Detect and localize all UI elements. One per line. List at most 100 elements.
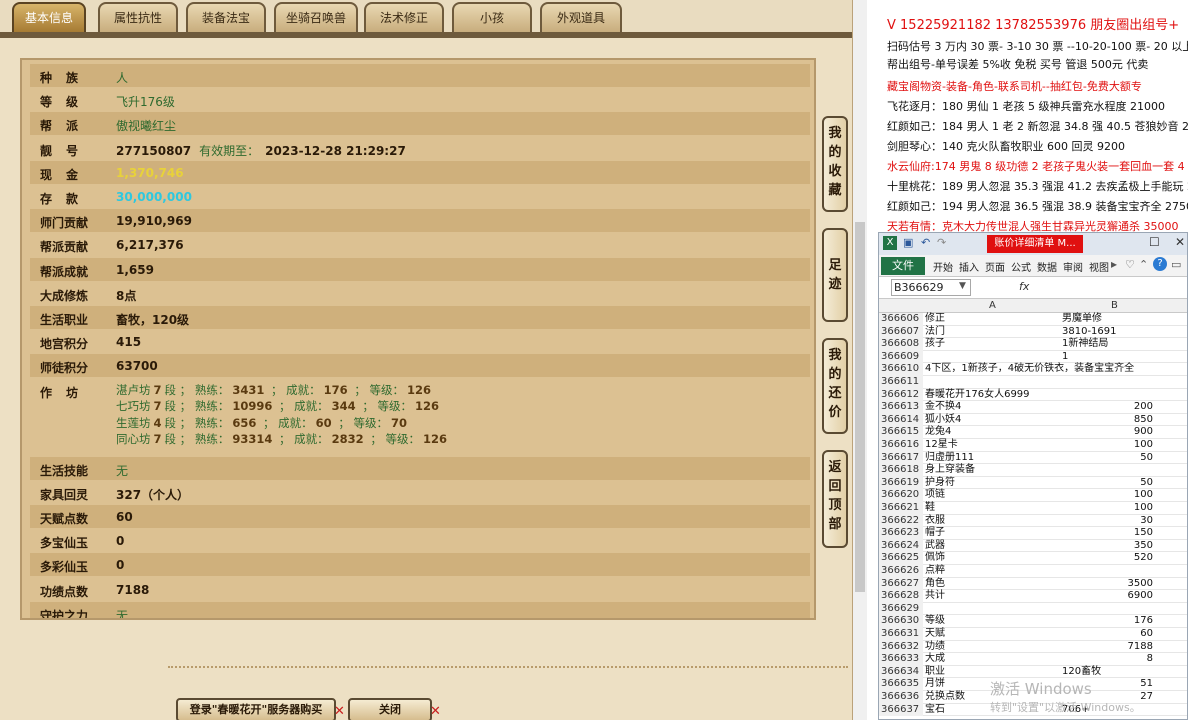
close-icon[interactable]: ✕ (1175, 235, 1185, 249)
sheet-row[interactable]: 366630 等级 176 (879, 615, 1187, 628)
undo-icon[interactable]: ↶ (921, 236, 930, 249)
cell-a[interactable]: 龙兔4 (925, 426, 951, 439)
sheet-row[interactable]: 366608 孩子 1新神结局 (879, 338, 1187, 351)
heart-icon[interactable]: ♡ (1125, 258, 1135, 271)
ribbon-tab-data[interactable]: 数据 (1037, 259, 1057, 274)
sheet-row[interactable]: 366634 职业 120畜牧 (879, 665, 1187, 679)
row-number[interactable]: 366626 (879, 565, 923, 578)
column-a-header[interactable]: A (989, 300, 996, 311)
sheet-row[interactable]: 366624 武器 350 (879, 539, 1187, 553)
cell-b[interactable]: 1新神结局 (1062, 338, 1108, 351)
row-number[interactable]: 366610 (879, 363, 923, 376)
tab-attributes[interactable]: 属性抗性 (98, 2, 178, 32)
cell-a[interactable]: 共计 (925, 590, 945, 603)
name-box-dropdown-icon[interactable]: ▼ (959, 281, 966, 291)
close-button[interactable]: 关闭 (348, 698, 432, 720)
cell-a[interactable]: 孩子 (925, 338, 945, 351)
cell-b[interactable]: 350 (1134, 540, 1153, 553)
sheet-row[interactable]: 366628 共计 6900 (879, 590, 1187, 603)
cell-a[interactable]: 大成 (925, 653, 945, 666)
sheet-row[interactable]: 366606 修正 男魔单修 (879, 313, 1187, 326)
cell-b[interactable]: 200 (1134, 401, 1153, 414)
tab-equipment[interactable]: 装备法宝 (186, 2, 266, 32)
sheet-row[interactable]: 366626 点粹 (879, 565, 1187, 578)
row-number[interactable]: 366634 (879, 665, 923, 679)
cell-a[interactable]: 12星卡 (925, 439, 958, 452)
cell-a[interactable]: 功绩 (925, 641, 945, 654)
sheet-row[interactable]: 366612 春暖花开176女人6999 (879, 388, 1187, 402)
cell-a[interactable]: 归虚册111 (925, 452, 974, 465)
tab-children[interactable]: 小孩 (452, 2, 532, 32)
row-number[interactable]: 366636 (879, 691, 923, 704)
sheet-row[interactable]: 366610 4下区，1新孩子，4破无价铁衣，装备宝宝齐全 (879, 363, 1187, 376)
sheet-row[interactable]: 366611 (879, 376, 1187, 389)
ribbon-tab-page[interactable]: 页面 (985, 259, 1005, 274)
sheet-row[interactable]: 366617 归虚册111 50 (879, 451, 1187, 465)
sheet-row[interactable]: 366613 金不换4 200 (879, 401, 1187, 414)
redo-icon[interactable]: ↷ (937, 236, 946, 249)
cell-a[interactable]: 职业 (925, 666, 945, 679)
cell-b[interactable]: 3500 (1128, 578, 1153, 591)
cell-b[interactable]: 100 (1134, 439, 1153, 452)
page-scrollbar[interactable] (853, 0, 867, 720)
more-tabs-icon[interactable]: ▸ (1111, 257, 1117, 271)
row-number[interactable]: 366607 (879, 325, 923, 339)
tab-basic-info[interactable]: 基本信息 (12, 2, 86, 32)
row-number[interactable]: 366621 (879, 502, 923, 515)
row-number[interactable]: 366635 (879, 678, 923, 691)
cell-b[interactable]: 520 (1134, 552, 1153, 565)
cell-b[interactable]: 3810-1691 (1062, 326, 1117, 339)
row-number[interactable]: 366631 (879, 628, 923, 641)
help-icon[interactable]: ? (1153, 257, 1167, 271)
cell-b[interactable]: 850 (1134, 414, 1153, 427)
sheet-row[interactable]: 366625 佩饰 520 (879, 552, 1187, 565)
sheet-row[interactable]: 366607 法门 3810-1691 (879, 325, 1187, 339)
file-tab[interactable]: 文件 (881, 257, 925, 275)
minimize-ribbon-icon[interactable]: ▭ (1171, 258, 1181, 271)
cell-a[interactable]: 修正 (925, 313, 945, 326)
row-number[interactable]: 366620 (879, 489, 923, 502)
caret-icon[interactable]: ⌃ (1139, 258, 1148, 271)
row-number[interactable]: 366637 (879, 703, 923, 717)
cell-b[interactable]: 8 (1147, 653, 1153, 666)
cell-b[interactable]: 27 (1140, 691, 1153, 704)
row-number[interactable]: 366618 (879, 464, 923, 477)
sheet-row[interactable]: 366615 龙兔4 900 (879, 426, 1187, 439)
scrollbar-thumb[interactable] (855, 222, 865, 592)
row-number[interactable]: 366625 (879, 552, 923, 565)
row-number[interactable]: 366616 (879, 439, 923, 452)
tab-spell-correction[interactable]: 法术修正 (364, 2, 444, 32)
cell-a[interactable]: 月饼 (925, 678, 945, 691)
cell-b[interactable]: 30 (1140, 515, 1153, 528)
cell-a[interactable]: 项链 (925, 489, 945, 502)
cell-b[interactable]: 50 (1140, 452, 1153, 465)
row-number[interactable]: 366615 (879, 426, 923, 439)
cell-a[interactable]: 狐小妖4 (925, 414, 961, 427)
cell-a[interactable]: 法门 (925, 326, 945, 339)
sheet-row[interactable]: 366620 项链 100 (879, 489, 1187, 502)
sheet-row[interactable]: 366622 衣服 30 (879, 514, 1187, 528)
cell-a[interactable]: 佩饰 (925, 552, 945, 565)
tab-mounts-pets[interactable]: 坐骑召唤兽 (274, 2, 358, 32)
row-number[interactable]: 366612 (879, 388, 923, 402)
my-bargain-button[interactable]: 我的还价 (822, 338, 848, 434)
cell-b[interactable]: 51 (1140, 678, 1153, 691)
row-number[interactable]: 366617 (879, 451, 923, 465)
ribbon-tab-review[interactable]: 审阅 (1063, 259, 1083, 274)
cell-b[interactable]: 176 (1134, 615, 1153, 628)
cell-a[interactable]: 天赋 (925, 628, 945, 641)
save-icon[interactable]: ▣ (903, 236, 913, 249)
cell-a[interactable]: 等级 (925, 615, 945, 628)
row-number[interactable]: 366614 (879, 413, 923, 427)
cell-b[interactable]: 7188 (1128, 641, 1153, 654)
sheet-row[interactable]: 366619 护身符 50 (879, 476, 1187, 490)
cell-b[interactable]: 120畜牧 (1062, 666, 1101, 679)
sheet-row[interactable]: 366616 12星卡 100 (879, 439, 1187, 452)
sheet-row[interactable]: 366627 角色 3500 (879, 577, 1187, 591)
login-server-buy-button[interactable]: 登录"春暖花开"服务器购买 (176, 698, 336, 720)
row-number[interactable]: 366606 (879, 313, 923, 326)
cell-b[interactable]: 100 (1134, 489, 1153, 502)
fx-icon[interactable]: fx (1019, 280, 1029, 293)
sheet-row[interactable]: 366621 鞋 100 (879, 502, 1187, 515)
cell-a[interactable]: 武器 (925, 540, 945, 553)
